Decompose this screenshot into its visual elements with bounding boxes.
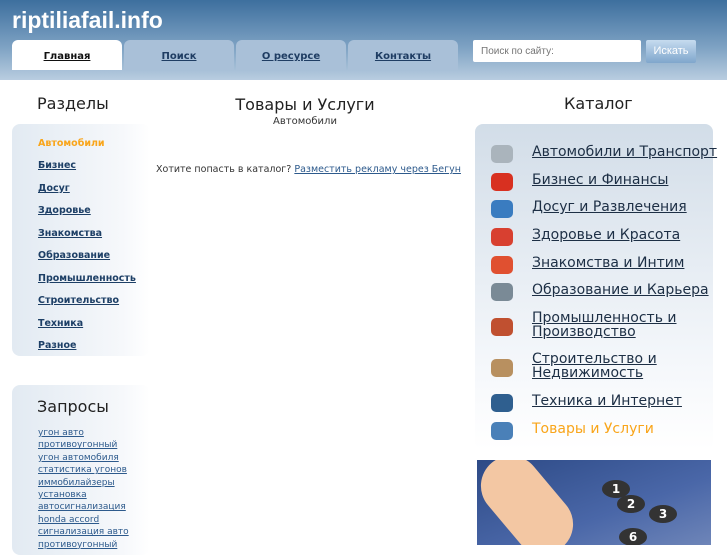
query-link[interactable]: статистика угонов xyxy=(38,464,129,476)
query-link[interactable]: сигнализация авто xyxy=(38,526,129,538)
search-button[interactable]: Искать xyxy=(646,40,696,63)
section-link[interactable]: Здоровье xyxy=(38,205,91,216)
queries-title: Запросы xyxy=(37,397,109,416)
section-link[interactable]: Образование xyxy=(38,250,110,261)
queries-list: угон авто противоугонный угон автомобиля… xyxy=(38,427,129,551)
query-link[interactable]: иммобилайзеры xyxy=(38,477,129,489)
car-icon xyxy=(491,145,513,163)
section-link[interactable]: Досуг xyxy=(38,183,70,194)
query-link[interactable]: установка xyxy=(38,489,129,501)
key: 2 xyxy=(617,495,645,513)
tab-search[interactable]: Поиск xyxy=(124,40,234,70)
catalog-link[interactable]: Образование и Карьера xyxy=(532,283,709,297)
advertise-link[interactable]: Разместить рекламу через Бегун xyxy=(294,164,461,175)
catalog-link[interactable]: Бизнес и Финансы xyxy=(532,173,668,187)
pie-chart-icon xyxy=(491,173,513,191)
bowling-icon xyxy=(491,200,513,218)
monitor-icon xyxy=(491,394,513,412)
shopping-bag-icon xyxy=(491,422,513,440)
catalog-link[interactable]: Промышленность и Производство xyxy=(532,311,682,339)
catalog-link[interactable]: Досуг и Развлечения xyxy=(532,200,687,214)
catalog-link[interactable]: Здоровье и Красота xyxy=(532,228,680,242)
prompt-text: Хотите попасть в каталог? xyxy=(156,164,292,175)
section-link[interactable]: Строительство xyxy=(38,295,119,306)
query-link[interactable]: угон авто xyxy=(38,427,129,439)
catalog-link[interactable]: Товары и Услуги xyxy=(532,422,654,436)
header: riptiliafail.info Главная Поиск О ресурс… xyxy=(0,0,727,80)
catalog-title: Каталог xyxy=(564,94,633,113)
catalog-link[interactable]: Строительство и Недвижимость xyxy=(532,352,682,380)
site-logo[interactable]: riptiliafail.info xyxy=(12,7,163,34)
query-link[interactable]: угон автомобиля xyxy=(38,452,129,464)
section-link[interactable]: Бизнес xyxy=(38,160,76,171)
key: 6 xyxy=(619,528,647,545)
sections-title: Разделы xyxy=(37,94,109,113)
cosmetics-icon xyxy=(491,228,513,246)
section-link[interactable]: Разное xyxy=(38,340,76,351)
query-link[interactable]: автосигнализация xyxy=(38,501,129,513)
section-link[interactable]: Автомобили xyxy=(38,138,105,149)
heart-icon xyxy=(491,256,513,274)
factory-icon xyxy=(491,318,513,336)
building-icon xyxy=(491,359,513,377)
query-link[interactable]: honda accord xyxy=(38,514,129,526)
key: 3 xyxy=(649,505,677,523)
section-link[interactable]: Знакомства xyxy=(38,228,102,239)
search-input[interactable] xyxy=(473,40,641,62)
page-subtitle: Автомобили xyxy=(273,116,337,127)
tab-home[interactable]: Главная xyxy=(12,40,122,70)
catalog-link[interactable]: Техника и Интернет xyxy=(532,394,682,408)
catalog-link[interactable]: Автомобили и Транспорт xyxy=(532,145,717,159)
briefcase-icon xyxy=(491,283,513,301)
tab-about[interactable]: О ресурсе xyxy=(236,40,346,70)
catalog-prompt: Хотите попасть в каталог? Разместить рек… xyxy=(156,164,461,175)
finger xyxy=(477,460,586,545)
tab-contacts[interactable]: Контакты xyxy=(348,40,458,70)
phone-keypad-photo: 1 2 3 6 7 xyxy=(477,460,711,545)
section-link[interactable]: Техника xyxy=(38,318,83,329)
section-link[interactable]: Промышленность xyxy=(38,273,136,284)
catalog-link[interactable]: Знакомства и Интим xyxy=(532,256,684,270)
page-title: Товары и Услуги xyxy=(235,95,375,114)
query-link[interactable]: противоугонный xyxy=(38,439,129,451)
